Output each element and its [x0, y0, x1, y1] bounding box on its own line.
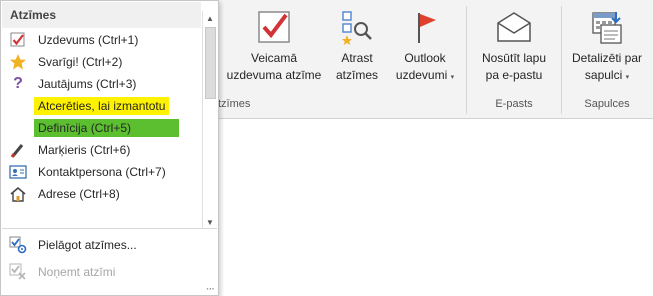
outlook-flag-icon: [418, 13, 436, 43]
scroll-up-icon[interactable]: ▲: [203, 11, 217, 25]
remove-tag-icon: [9, 263, 26, 280]
tag-item-highlighter[interactable]: Marķieris (Ctrl+6): [2, 139, 201, 161]
tags-list: Uzdevums (Ctrl+1) Svarīgi! (Ctrl+2) ? Ja…: [2, 29, 201, 205]
scroll-down-icon[interactable]: ▼: [203, 215, 217, 229]
question-icon: ?: [13, 75, 23, 92]
customize-tags-item[interactable]: Pielāgot atzīmes...: [2, 233, 212, 257]
home-icon: [10, 186, 26, 202]
dropdown-scrollbar[interactable]: ▲ ▼: [202, 11, 217, 229]
outlook-tasks-label-1: Outlook: [404, 51, 446, 65]
resize-grip-icon[interactable]: ⠠⠤: [203, 282, 215, 293]
tag-item-label: Kontaktpersona (Ctrl+7): [38, 165, 166, 179]
meeting-details-label-2: sapulci: [584, 68, 623, 82]
star-icon: [10, 54, 26, 70]
tag-item-label: Jautājums (Ctrl+3): [38, 77, 137, 91]
email-envelope-icon: [497, 12, 531, 42]
chevron-down-icon: ▾: [625, 74, 630, 81]
find-tags-label-1: Atrast: [341, 51, 373, 65]
meeting-details-label-1: Detalizēti par: [571, 51, 643, 65]
group-divider: [466, 6, 467, 114]
group-label-email: E-pasts: [495, 98, 533, 110]
remove-tag-label: Noņemt atzīmi: [38, 265, 116, 279]
todo-tag-label-2: uzdevuma atzīme: [226, 68, 322, 82]
email-page-button[interactable]: Nosūtīt lapu pa e-pastu: [469, 4, 559, 84]
tags-dropdown: Atzīmes Uzdevums (Ctrl+1) Svarīgi! (Ctrl…: [0, 0, 219, 296]
chevron-down-icon: ▾: [450, 74, 455, 81]
tag-item-label: Atcerēties, lai izmantotu: [34, 97, 170, 115]
tag-item-label: Uzdevums (Ctrl+1): [38, 33, 139, 47]
tag-item-todo[interactable]: Uzdevums (Ctrl+1): [2, 29, 201, 51]
find-tags-icon: [342, 11, 372, 45]
customize-tags-icon: [9, 236, 27, 254]
dropdown-title: Atzīmes: [2, 2, 201, 28]
todo-tag-button[interactable]: Veicamā uzdevuma atzīme: [222, 4, 326, 84]
tag-item-definition[interactable]: Definīcija (Ctrl+5): [2, 117, 201, 139]
tag-item-label: Adrese (Ctrl+8): [38, 187, 120, 201]
meeting-details-button[interactable]: Detalizēti par sapulci ▾: [563, 4, 651, 86]
group-label-tags: tzīmes: [218, 98, 251, 110]
contact-card-icon: [9, 165, 27, 179]
checkbox-check-icon: [10, 32, 25, 47]
tag-item-label: Definīcija (Ctrl+5): [34, 119, 180, 137]
remove-tag-item[interactable]: Noņemt atzīmi: [2, 260, 212, 284]
group-divider: [561, 6, 562, 114]
tag-item-label: Svarīgi! (Ctrl+2): [38, 55, 123, 69]
outlook-tasks-label-2: uzdevumi: [395, 68, 448, 82]
tag-item-important[interactable]: Svarīgi! (Ctrl+2): [2, 51, 201, 73]
tag-item-contact[interactable]: Kontaktpersona (Ctrl+7): [2, 161, 201, 183]
tag-item-label: Marķieris (Ctrl+6): [38, 143, 131, 157]
dropdown-divider: [2, 228, 217, 229]
outlook-tasks-button[interactable]: Outlook uzdevumi ▾: [387, 4, 463, 86]
find-tags-label-2: atzīmes: [335, 68, 378, 82]
meeting-details-icon: [592, 12, 622, 44]
tag-item-question[interactable]: ? Jautājums (Ctrl+3): [2, 73, 201, 95]
tag-item-remember[interactable]: Atcerēties, lai izmantotu: [2, 95, 201, 117]
scroll-thumb[interactable]: [205, 27, 216, 99]
email-page-label-1: Nosūtīt lapu: [481, 51, 547, 65]
group-label-meetings: Sapulces: [584, 98, 630, 110]
tag-item-address[interactable]: Adrese (Ctrl+8): [2, 183, 201, 205]
email-page-label-2: pa e-pastu: [485, 68, 543, 82]
todo-check-icon: [258, 11, 290, 43]
todo-tag-label-1: Veicamā: [250, 51, 298, 65]
highlighter-icon: [10, 144, 24, 158]
find-tags-button[interactable]: Atrast atzīmes: [329, 4, 385, 84]
customize-tags-label: Pielāgot atzīmes...: [38, 238, 137, 252]
